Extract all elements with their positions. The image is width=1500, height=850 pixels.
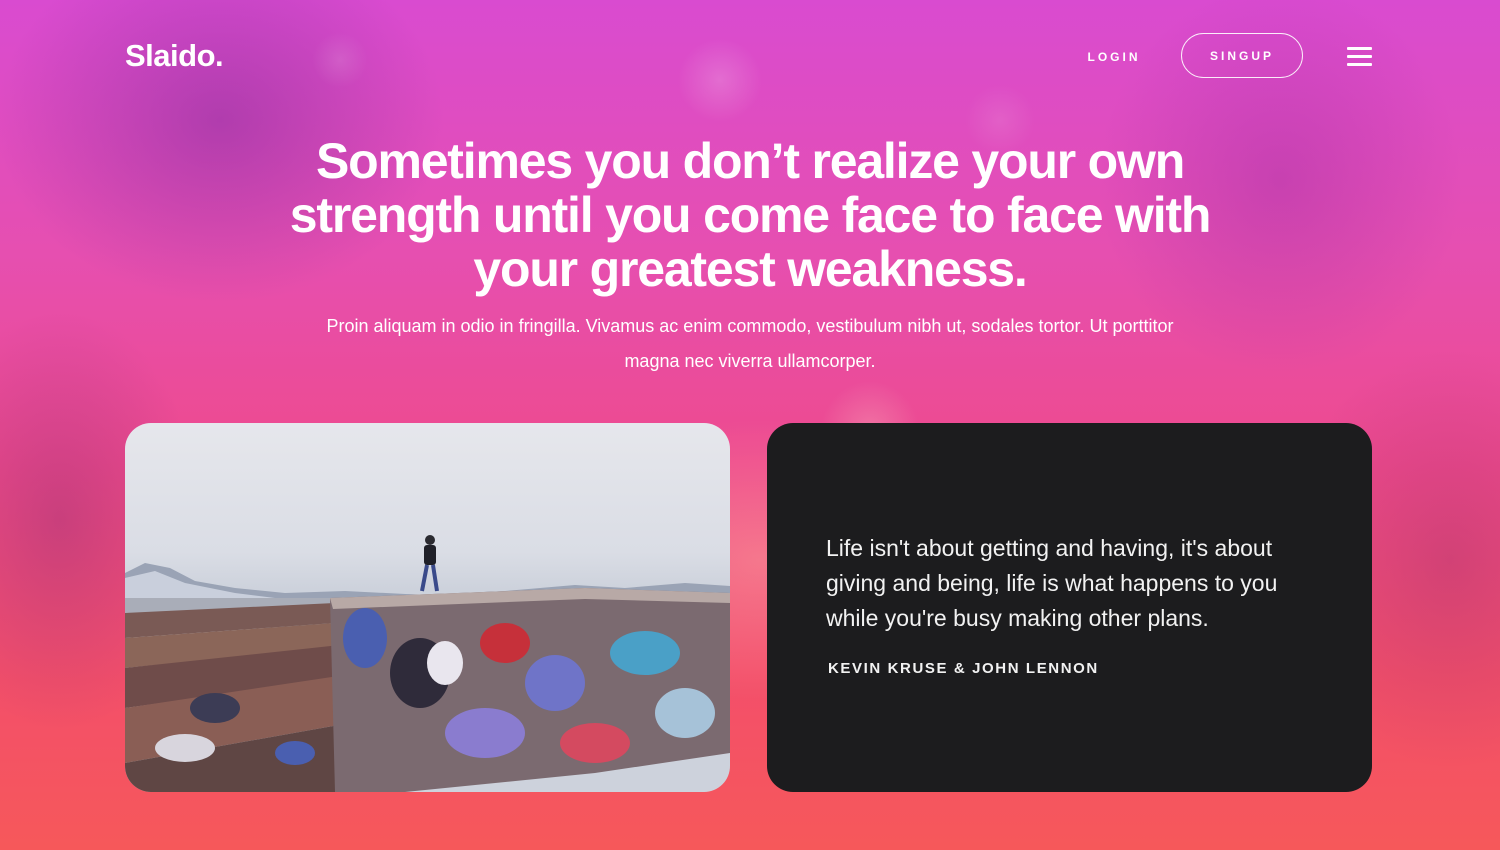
quote-text: Life isn't about getting and having, it'… — [826, 535, 1278, 631]
logo[interactable]: Slaido. — [125, 38, 224, 74]
quote-author: KEVIN KRUSE & JOHN LENNON — [828, 660, 1099, 677]
login-link[interactable]: LOGIN — [1072, 44, 1156, 70]
hero-headline: Sometimes you don’t realize your own str… — [289, 133, 1212, 297]
signup-button-label: SINGUP — [1209, 48, 1274, 63]
hero-subtext: Proin aliquam in odio in fringilla. Viva… — [326, 316, 1174, 371]
photo-card — [125, 423, 730, 792]
hamburger-menu-icon[interactable] — [1347, 47, 1372, 67]
quote-card: Life isn't about getting and having, it'… — [767, 423, 1372, 792]
graffiti-wall-photo — [125, 535, 730, 792]
signup-button[interactable]: SINGUP — [1181, 33, 1303, 78]
